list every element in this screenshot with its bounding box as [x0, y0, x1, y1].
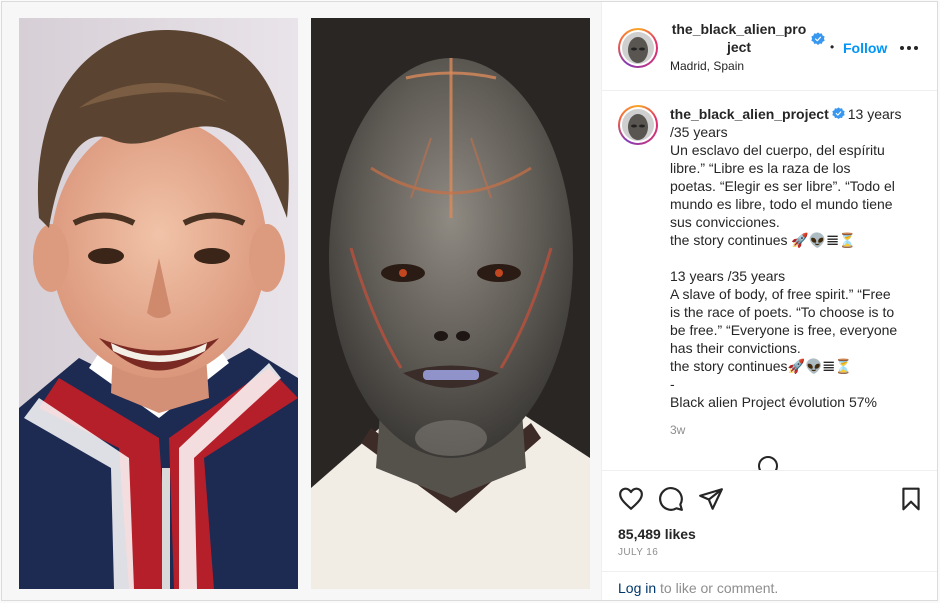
caption-line: Black alien Project évolution 57%	[670, 394, 878, 410]
caption-line: sus convicciones.	[670, 214, 780, 230]
post-side-panel: the_black_alien_project Madrid, Spain • …	[602, 2, 937, 600]
post-media[interactable]	[2, 2, 602, 600]
divider	[602, 571, 937, 572]
before-photo	[19, 18, 298, 589]
likes-count[interactable]: 85,489 likes	[618, 526, 696, 542]
comment-icon[interactable]	[658, 486, 684, 512]
avatar[interactable]	[618, 28, 658, 68]
action-bar: 85,489 likes JULY 16 Log in to like or c…	[602, 470, 937, 600]
caption-line: libre.” “Libre es la raza de los	[670, 160, 851, 176]
caption-line: Un esclavo del cuerpo, del espíritu	[670, 142, 885, 158]
caption-line: poetas. “Elegir es ser libre”. “Todo el	[670, 178, 895, 194]
caption-line: mundo es libre, todo el mundo tiene	[670, 196, 893, 212]
login-prompt-text: to like or comment.	[656, 580, 779, 596]
more-dots-icon[interactable]	[899, 40, 919, 56]
caption-line: /35 years	[670, 124, 728, 140]
after-photo	[311, 18, 590, 589]
location-link[interactable]: Madrid, Spain	[670, 58, 822, 74]
caption-line: 13 years	[847, 106, 902, 122]
heart-icon[interactable]	[618, 486, 644, 512]
caption-timestamp[interactable]: 3w	[670, 421, 920, 439]
caption-avatar[interactable]	[618, 105, 658, 145]
caption-line: the story continues 🚀👽𝌆⏳	[670, 232, 857, 248]
separator-dot: •	[830, 40, 835, 54]
post-header: the_black_alien_project Madrid, Spain • …	[602, 2, 937, 91]
follow-button[interactable]: Follow	[843, 40, 887, 56]
login-prompt: Log in to like or comment.	[618, 580, 778, 596]
caption-line: A slave of body, of free spirit.” “Free	[670, 286, 891, 302]
caption-text: the_black_alien_project 13 years /35 year…	[670, 105, 920, 439]
verified-badge-icon	[832, 107, 845, 120]
caption-line: the story continues🚀👽𝌆⏳	[670, 358, 853, 374]
load-more-icon[interactable]	[756, 454, 780, 470]
caption-line	[670, 249, 920, 267]
caption-line: has their convictions.	[670, 340, 801, 356]
verified-badge-icon	[811, 32, 825, 45]
login-link[interactable]: Log in	[618, 580, 656, 596]
bookmark-icon[interactable]	[898, 486, 924, 512]
post-dialog: the_black_alien_project Madrid, Spain • …	[1, 1, 938, 601]
share-icon[interactable]	[698, 486, 724, 512]
caption-area[interactable]: the_black_alien_project 13 years /35 year…	[602, 91, 937, 470]
caption-line: -	[670, 376, 675, 392]
caption-line: is the race of poets. “To choose is to	[670, 304, 895, 320]
post-date: JULY 16	[618, 547, 659, 558]
header-username[interactable]: the_black_alien_project	[670, 20, 808, 56]
caption-line: 13 years /35 years	[670, 268, 786, 284]
caption-username[interactable]: the_black_alien_project	[670, 106, 829, 122]
caption-line: be free.” “Everyone is free, everyone	[670, 322, 898, 338]
